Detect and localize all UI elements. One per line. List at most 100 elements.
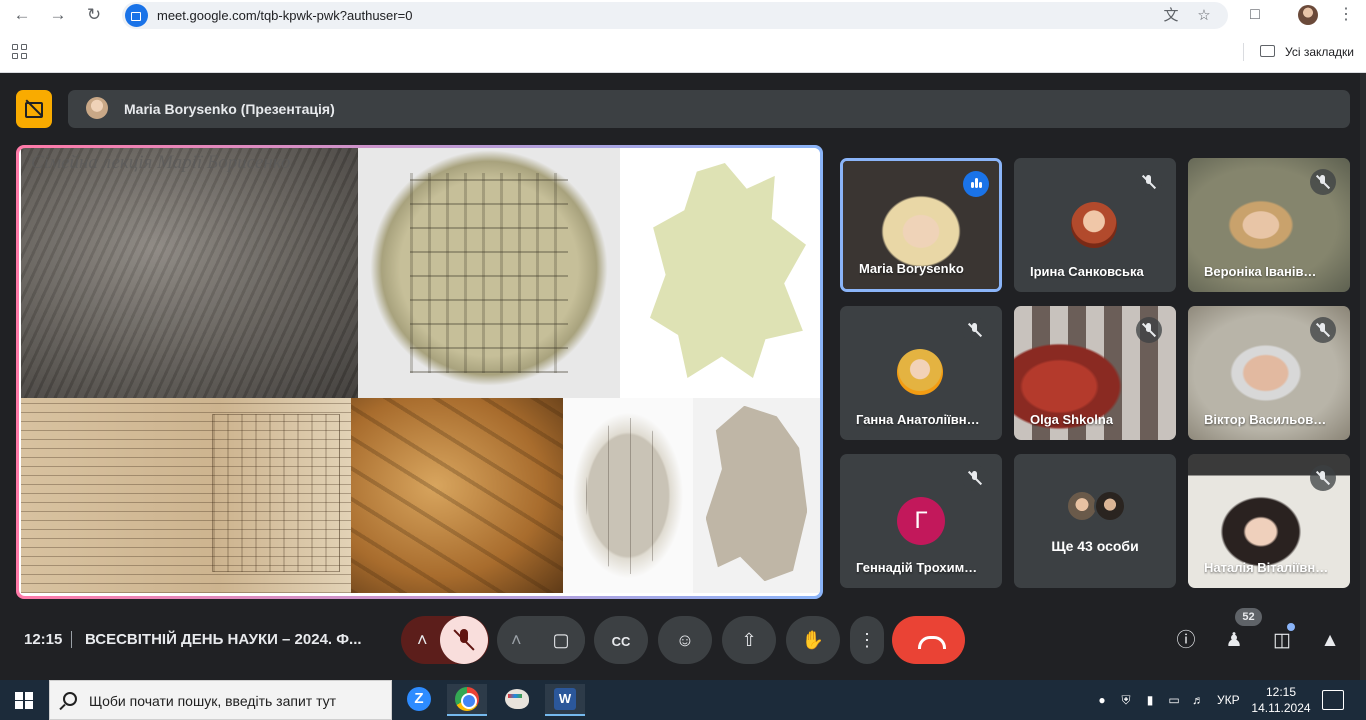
word-icon: W xyxy=(554,688,576,710)
profile-avatar[interactable] xyxy=(1298,5,1318,25)
translate-icon[interactable]: 文 xyxy=(1160,5,1182,27)
participant-name: Геннадій Трохим… xyxy=(856,560,978,575)
more-vertical-icon: ⋮ xyxy=(858,630,876,650)
camera-toggle-button[interactable]: ▢ xyxy=(537,616,585,664)
participant-name: Olga Shkolna xyxy=(1030,412,1114,427)
speaking-indicator-icon xyxy=(963,171,989,197)
paint-icon xyxy=(505,689,529,709)
bookmarks-divider xyxy=(1243,43,1244,61)
participant-count-badge: 52 xyxy=(1235,608,1262,626)
slide-image-oracle-bone xyxy=(693,398,820,593)
microphone-tray-icon[interactable]: ● xyxy=(1094,692,1110,708)
search-icon xyxy=(63,692,77,706)
bookmark-star-icon[interactable]: ☆ xyxy=(1193,5,1215,27)
forward-arrow-icon[interactable]: → xyxy=(46,4,70,26)
chevron-up-icon[interactable]: ˄ xyxy=(511,630,522,650)
participant-initial-avatar: Г xyxy=(897,497,945,545)
more-participants-label: Ще 43 особи xyxy=(1051,538,1139,554)
page-scrollbar[interactable] xyxy=(1360,73,1366,680)
battery-tray-icon[interactable]: ▮ xyxy=(1142,692,1158,708)
chat-icon[interactable]: ◫ xyxy=(1267,626,1297,656)
reload-icon[interactable]: ↻ xyxy=(82,4,106,26)
people-icon[interactable]: ♟ xyxy=(1219,626,1249,656)
back-arrow-icon[interactable]: ← xyxy=(10,4,34,26)
taskbar-search-placeholder[interactable]: Щоби почати пошук, введіть запит тут xyxy=(89,693,336,709)
presentation-stop-icon[interactable] xyxy=(16,90,52,128)
mic-off-icon xyxy=(1310,169,1336,195)
more-participants-tile[interactable]: Ще 43 особи xyxy=(1014,454,1176,588)
captions-icon: CC xyxy=(611,634,631,649)
chrome-icon xyxy=(455,687,479,711)
notifications-icon[interactable] xyxy=(1322,690,1344,710)
participant-name: Віктор Васильов… xyxy=(1204,412,1327,427)
input-language[interactable]: УКР xyxy=(1217,693,1240,707)
more-participants-avatars xyxy=(1066,490,1128,522)
shared-slide: Сімейна лекція Марії Борисенко xyxy=(19,148,820,596)
taskbar-clock[interactable]: 12:15 14.11.2024 xyxy=(1246,684,1316,716)
present-screen-button[interactable]: ⇧ xyxy=(722,616,776,664)
slide-image-bamboo-scrolls xyxy=(351,398,563,593)
windows-start-icon[interactable] xyxy=(15,692,33,709)
taskbar-time: 12:15 xyxy=(1265,685,1297,699)
participant-tile[interactable]: Г Геннадій Трохим… xyxy=(840,454,1002,588)
chevron-up-icon[interactable]: ˄ xyxy=(417,630,428,650)
taskbar-app-chrome[interactable] xyxy=(447,684,487,716)
apps-grid-icon[interactable] xyxy=(12,44,28,60)
participant-tile[interactable]: Ірина Санковська xyxy=(1014,158,1176,292)
slide-image-turtle-shell xyxy=(563,398,693,593)
all-bookmarks-link[interactable]: Усі закладки xyxy=(1285,45,1354,59)
address-bar[interactable]: meet.google.com/tqb-kpwk-pwk?authuser=0 … xyxy=(122,2,1228,29)
participant-tile[interactable]: Ганна Анатоліївн… xyxy=(840,306,1002,440)
browser-menu-icon[interactable]: ⋮ xyxy=(1334,4,1358,26)
participant-tile[interactable]: Maria Borysenko xyxy=(840,158,1002,292)
network-tray-icon[interactable]: ▭ xyxy=(1166,692,1182,708)
leave-call-button[interactable] xyxy=(892,616,965,664)
mic-off-icon xyxy=(1310,465,1336,491)
meeting-clock: 12:15 xyxy=(24,631,63,648)
meeting-info-icon[interactable]: ⓘ xyxy=(1171,626,1201,656)
participant-name: Наталія Віталіївн… xyxy=(1204,560,1329,575)
emoji-icon: ☺ xyxy=(675,630,695,650)
presenter-label: Maria Borysenko (Презентація) xyxy=(124,101,335,117)
meeting-title: ВСЕСВІТНІЙ ДЕНЬ НАУКИ – 2024. Ф... xyxy=(85,631,362,648)
slide-image-parchment xyxy=(620,148,820,398)
volume-tray-icon[interactable]: ♬ xyxy=(1190,692,1206,708)
participant-tile[interactable]: Наталія Віталіївн… xyxy=(1188,454,1350,588)
mic-toggle-button[interactable] xyxy=(440,616,488,664)
presenter-avatar xyxy=(86,97,108,119)
mic-off-icon xyxy=(1136,317,1162,343)
participant-tile[interactable]: Віктор Васильов… xyxy=(1188,306,1350,440)
activities-icon[interactable]: ▲ xyxy=(1315,626,1345,656)
participant-name: Maria Borysenko xyxy=(859,261,964,276)
bookmarks-bar: Усі закладки xyxy=(0,31,1366,73)
taskbar-search-box[interactable]: Щоби почати пошук, введіть запит тут xyxy=(49,680,392,720)
security-tray-icon[interactable]: ⛨ xyxy=(1118,692,1134,708)
raise-hand-button[interactable]: ✋ xyxy=(786,616,840,664)
presentation-frame: Сімейна лекція Марії Борисенко xyxy=(16,145,823,599)
participant-name: Ірина Санковська xyxy=(1030,264,1144,279)
captions-button[interactable]: CC xyxy=(594,616,648,664)
meeting-info-divider xyxy=(71,631,72,648)
participant-name: Ганна Анатоліївн… xyxy=(856,412,980,427)
meet-site-icon xyxy=(125,4,148,27)
slide-image-clay-tablet xyxy=(358,148,620,398)
folder-icon xyxy=(1260,45,1275,57)
participant-avatar xyxy=(1071,202,1117,248)
more-options-button[interactable]: ⋮ xyxy=(850,616,884,664)
reactions-button[interactable]: ☺ xyxy=(658,616,712,664)
browser-toolbar: ← → ↻ meet.google.com/tqb-kpwk-pwk?authu… xyxy=(0,0,1366,31)
url-text[interactable]: meet.google.com/tqb-kpwk-pwk?authuser=0 xyxy=(157,8,412,23)
extensions-icon[interactable]: □ xyxy=(1243,4,1267,26)
mic-off-icon xyxy=(962,465,988,491)
participant-name: Вероніка Іванів… xyxy=(1204,264,1317,279)
participant-avatar xyxy=(897,349,943,395)
presenter-banner: Maria Borysenko (Презентація) xyxy=(68,90,1350,128)
participant-tile[interactable]: Olga Shkolna xyxy=(1014,306,1176,440)
taskbar-app-paint[interactable] xyxy=(497,684,537,716)
taskbar-app-word[interactable]: W xyxy=(545,684,585,716)
taskbar-app-zoom[interactable]: Z xyxy=(399,684,439,716)
present-screen-icon: ⇧ xyxy=(741,630,757,650)
mic-off-icon xyxy=(1310,317,1336,343)
participant-tile[interactable]: Вероніка Іванів… xyxy=(1188,158,1350,292)
camera-icon: ▢ xyxy=(552,630,570,650)
